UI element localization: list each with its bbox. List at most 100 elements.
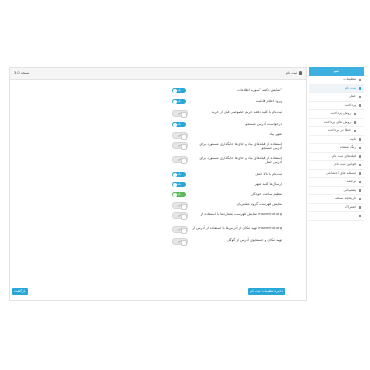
sidebar-item-icon — [358, 206, 361, 209]
sidebar-item[interactable]: مسئله های اجتماعی — [309, 170, 364, 178]
setting-toggle[interactable]: خیر — [172, 110, 188, 118]
toggle-text: بله — [177, 182, 181, 186]
sidebar-item[interactable]: تنظیمات — [309, 76, 364, 85]
toggle-text: بله — [177, 172, 181, 176]
sidebar-item[interactable]: اشتراک — [309, 204, 364, 212]
sidebar-item-icon — [358, 95, 361, 98]
sidebar-item[interactable]: خطا در پرداخت — [309, 127, 364, 136]
setting-toggle[interactable]: خیر — [172, 238, 188, 246]
sidebar-item-icon — [358, 189, 361, 192]
toggle-knob — [180, 111, 187, 118]
toggle-knob — [180, 239, 187, 246]
toggle-knob — [172, 192, 177, 197]
sidebar-item[interactable]: ترجمه — [309, 178, 364, 187]
setting-label: نمایش دکمه "سوره اطلاعات" — [237, 88, 282, 92]
toggle-knob — [172, 88, 177, 93]
back-button[interactable]: بازگشت — [12, 288, 28, 295]
toggle-knob — [180, 213, 187, 220]
sidebar-item[interactable]: قوانین ثبت نام — [309, 161, 364, 170]
sidebar-item[interactable]: حمل — [309, 93, 364, 102]
toggle-knob — [180, 133, 187, 140]
toggle-knob — [180, 227, 187, 234]
sidebar-item[interactable]: رنگ صفحه — [309, 144, 364, 153]
sidebar-item-icon — [358, 146, 361, 149]
sidebar-item[interactable] — [309, 212, 364, 221]
save-settings-button[interactable]: ذخیره تنظیمات ثبت نام — [248, 288, 285, 295]
sidebar-item-icon — [353, 129, 356, 132]
setting-label: تهیه مکان و جستجوی آدرس از گوگل — [227, 238, 282, 242]
setting-label: نمایش فهرست شماره‌ها با استفاده از maxmi… — [200, 212, 282, 216]
sidebar-item-icon — [358, 155, 361, 158]
sidebar-item-label: پشتیبانی — [343, 187, 356, 192]
panel-title-wrap: ثبت نام — [286, 71, 302, 75]
toggle-knob — [180, 143, 187, 150]
setting-toggle[interactable]: بله — [172, 182, 186, 187]
setting-toggle[interactable]: خیر — [172, 212, 188, 220]
sidebar-item-icon — [358, 197, 361, 200]
sidebar-item-label: ثبت نام — [344, 85, 356, 90]
sidebar: منو تنظیمات ثبت نام حمل پرداخت روش پرداخت روش… — [309, 67, 364, 221]
sidebar-item[interactable]: فیلدهای ثبت نام — [309, 153, 364, 161]
user-icon — [299, 71, 302, 75]
toggle-knob — [172, 99, 177, 104]
setting-toggle[interactable]: بله — [172, 88, 186, 93]
sidebar-item[interactable]: تاریخچه نسخه — [309, 195, 364, 204]
setting-label: تنظیم ساعت خودکار — [251, 192, 282, 196]
setting-label: استفاده از فیلدهای بیاد و جای‌ها جایگذار… — [199, 156, 282, 164]
sidebar-item-label: حمل — [348, 94, 356, 98]
toggle-knob — [172, 182, 177, 187]
sidebar-item-label: قوانین ثبت نام — [334, 162, 356, 166]
setting-label: شهر بیاد — [269, 132, 282, 136]
sidebar-item[interactable]: تایید — [309, 136, 364, 144]
sidebar-item-icon — [353, 121, 356, 124]
sidebar-item-icon — [358, 104, 361, 107]
sidebar-item-label: خطا در پرداخت — [327, 128, 351, 132]
sidebar-item-icon — [358, 78, 361, 81]
setting-toggle[interactable]: خیر — [172, 142, 188, 150]
setting-toggle[interactable]: خیر — [172, 226, 188, 234]
sidebar-item-label: رنگ صفحه — [339, 145, 356, 149]
sidebar-item-label: فیلدهای ثبت نام — [332, 153, 356, 158]
sidebar-item-label: تایید — [349, 136, 356, 141]
sidebar-item-icon — [358, 172, 361, 175]
sidebar-item-icon — [358, 87, 361, 90]
setting-toggle[interactable]: بله — [172, 172, 186, 177]
toggle-knob — [172, 172, 177, 177]
sidebar-item[interactable]: ثبت نام — [309, 84, 364, 93]
setting-label: ارسال‌ها کلید شهر — [254, 182, 282, 186]
setting-label: تهیه مکان از آدرس‌ها با استفاده از آدرس … — [192, 226, 282, 230]
setting-label: ثبت‌نام با تالا حمل — [255, 172, 282, 176]
sidebar-item-label: اشتراک — [344, 204, 356, 209]
sidebar-header: منو — [309, 67, 364, 76]
toggle-text: بله — [177, 88, 181, 92]
sidebar-item-label: ترجمه — [346, 179, 356, 183]
toggle-knob — [180, 203, 187, 210]
sidebar-item-icon — [358, 163, 361, 166]
sidebar-item-icon — [358, 138, 361, 141]
setting-label: ثبت‌نام با کلید دفعه حریم خصوصی قبل از خ… — [211, 110, 282, 114]
sidebar-item-label: تاریخچه نسخه — [335, 196, 356, 200]
setting-toggle[interactable]: بله — [172, 192, 186, 197]
sidebar-item[interactable]: روش های پرداخت — [309, 119, 364, 127]
sidebar-item-label: تنظیمات — [343, 77, 356, 81]
sidebar-item[interactable]: روش پرداخت — [309, 110, 364, 119]
setting-toggle[interactable]: بله — [172, 122, 186, 127]
sidebar-item-label: پرداخت — [344, 102, 356, 107]
sidebar-item-label: روش پرداخت — [330, 111, 351, 115]
setting-toggle[interactable]: خیر — [172, 202, 188, 210]
sidebar-item-icon — [353, 112, 356, 115]
toggle-knob — [172, 122, 177, 127]
sidebar-item-label: روش های پرداخت — [323, 119, 351, 124]
setting-label: استفاده از فیلدهای بیاد و جای‌ها جایگذار… — [199, 142, 282, 150]
setting-toggle[interactable]: خیر — [172, 156, 188, 164]
toggle-text: بله — [177, 122, 181, 126]
sidebar-item[interactable]: پشتیبانی — [309, 187, 364, 195]
sidebar-item-label: مسئله های اجتماعی — [325, 170, 356, 175]
setting-label: ورود اعلام قابلیت — [255, 99, 282, 103]
toggle-knob — [180, 157, 187, 164]
panel-title: ثبت نام — [285, 71, 297, 75]
setting-toggle[interactable]: بله — [172, 99, 186, 104]
setting-toggle[interactable]: خیر — [172, 132, 188, 140]
sidebar-item[interactable]: پرداخت — [309, 102, 364, 110]
panel-header: نسخه 3.0 ثبت نام — [10, 68, 306, 80]
